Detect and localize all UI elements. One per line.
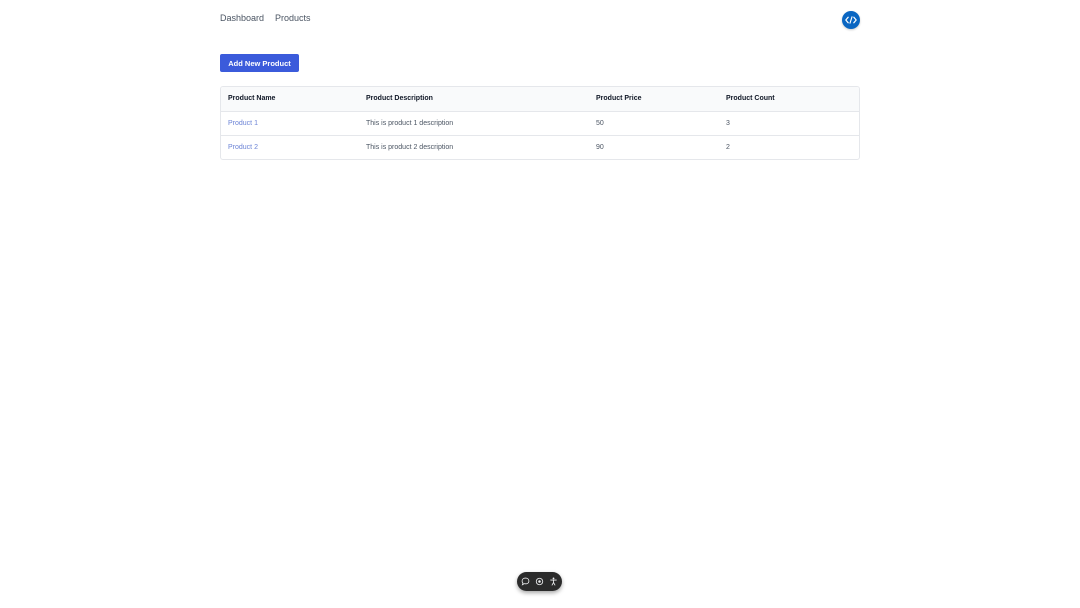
product-name-link[interactable]: Product 1 — [228, 120, 258, 127]
table-header-row: Product Name Product Description Product… — [221, 87, 859, 111]
products-table-container: Product Name Product Description Product… — [220, 86, 860, 160]
code-icon — [845, 16, 857, 24]
add-new-product-button[interactable]: Add New Product — [220, 54, 299, 72]
products-table: Product Name Product Description Product… — [221, 87, 859, 159]
product-count: 3 — [726, 119, 730, 127]
eye-icon[interactable] — [534, 576, 545, 587]
header-product-description: Product Description — [366, 95, 433, 103]
product-description: This is product 2 description — [366, 143, 454, 151]
table-row: Product 2 This is product 2 description … — [221, 135, 859, 159]
header-product-price: Product Price — [596, 95, 642, 103]
table-row: Product 1 This is product 1 description … — [221, 111, 859, 135]
product-name-link[interactable]: Product 2 — [228, 144, 258, 151]
accessibility-icon[interactable] — [548, 576, 559, 587]
product-description: This is product 1 description — [366, 119, 454, 127]
product-price: 50 — [596, 119, 604, 127]
product-price: 90 — [596, 143, 604, 151]
product-count: 2 — [726, 143, 730, 151]
nav-dashboard-link[interactable]: Dashboard — [220, 13, 264, 23]
dev-tools-toggle-button[interactable] — [842, 11, 860, 29]
header-product-name: Product Name — [228, 95, 276, 103]
top-nav: Dashboard Products — [220, 11, 311, 25]
header-product-count: Product Count — [726, 95, 775, 103]
nav-products-link[interactable]: Products — [275, 13, 311, 23]
comment-icon[interactable] — [520, 576, 531, 587]
floating-toolbar — [517, 572, 562, 591]
page: Dashboard Products Add New Product Produ… — [0, 0, 1080, 608]
